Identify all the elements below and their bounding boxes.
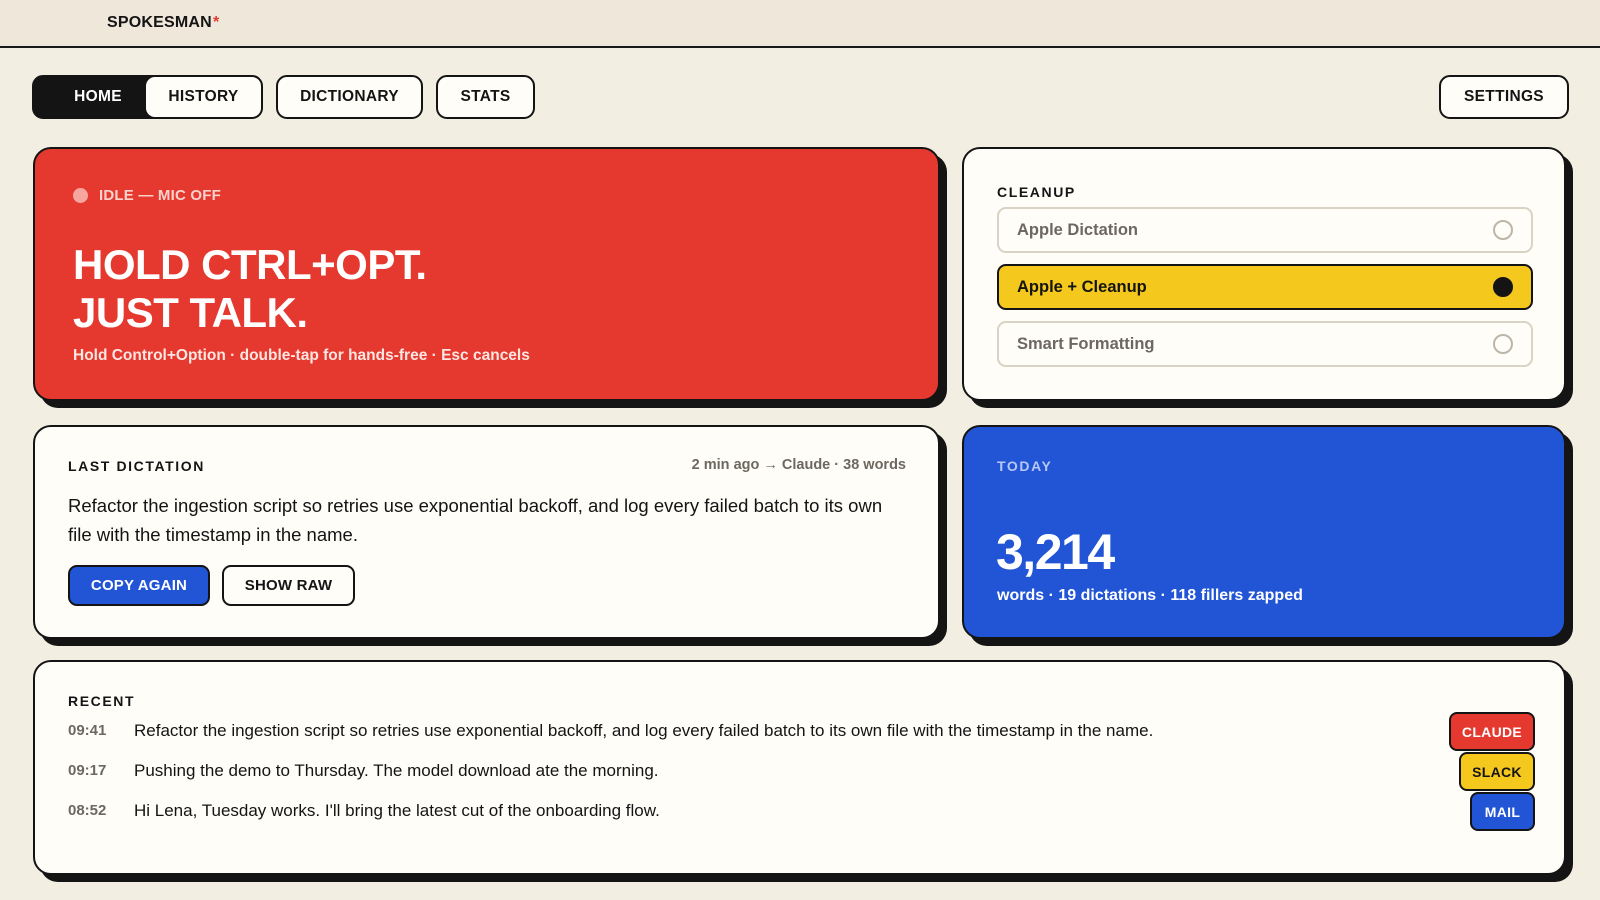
cleanup-option-label: Apple + Cleanup: [1017, 277, 1147, 296]
dictation-hero-card: IDLE — MIC OFF HOLD CTRL+OPT. JUST TALK.…: [33, 147, 940, 401]
last-dictation-card: LAST DICTATION 2 min ago → Claude · 38 w…: [33, 425, 940, 639]
cleanup-card: CLEANUP Apple Dictation Apple + Cleanup …: [962, 147, 1566, 401]
recent-row[interactable]: 09:41 Refactor the ingestion script so r…: [68, 712, 1535, 752]
app-tag-mail: MAIL: [1470, 792, 1535, 831]
app-name: SPOKESMAN: [107, 14, 212, 31]
radio-unchecked-icon[interactable]: [1493, 334, 1513, 354]
hero-headline-line-2: JUST TALK.: [73, 289, 308, 336]
last-dictation-text: Refactor the ingestion script so retries…: [68, 495, 883, 545]
cleanup-option-label: Apple Dictation: [1017, 220, 1139, 239]
tab-stats[interactable]: STATS: [436, 75, 535, 119]
hero-headline: HOLD CTRL+OPT. JUST TALK.: [73, 241, 427, 337]
app-logo: SPOKESMAN*: [107, 14, 219, 32]
app-tag-claude: CLAUDE: [1449, 712, 1535, 751]
recent-text: Pushing the demo to Thursday. The model …: [134, 761, 659, 780]
radio-unchecked-icon[interactable]: [1493, 220, 1513, 240]
recent-time: 09:41: [68, 722, 107, 739]
recent-time: 08:52: [68, 802, 107, 819]
tab-dictionary[interactable]: DICTIONARY: [276, 75, 423, 119]
today-title: TODAY: [997, 458, 1053, 474]
title-bar: SPOKESMAN*: [0, 0, 1600, 48]
cleanup-option-label: Smart Formatting: [1017, 334, 1155, 353]
last-dictation-meta: 2 min ago → Claude · 38 words: [691, 457, 906, 473]
recent-text: Hi Lena, Tuesday works. I'll bring the l…: [134, 801, 660, 820]
recent-text: Refactor the ingestion script so retries…: [134, 721, 1154, 740]
radio-checked-icon[interactable]: [1493, 277, 1513, 297]
hero-hint: Hold Control+Option · double-tap for han…: [73, 347, 530, 364]
copy-again-button[interactable]: COPY AGAIN: [68, 565, 210, 606]
last-dictation-title: LAST DICTATION: [68, 458, 205, 474]
mic-status: IDLE — MIC OFF: [73, 187, 221, 204]
show-raw-button[interactable]: SHOW RAW: [222, 565, 355, 606]
recent-time: 09:17: [68, 762, 107, 779]
cleanup-option-apple-cleanup[interactable]: Apple + Cleanup: [997, 264, 1533, 310]
cleanup-option-apple-dictation[interactable]: Apple Dictation: [997, 207, 1533, 253]
today-summary: words · 19 dictations · 118 fillers zapp…: [997, 587, 1303, 604]
recent-row[interactable]: 08:52 Hi Lena, Tuesday works. I'll bring…: [68, 792, 1535, 832]
recent-card: RECENT 09:41 Refactor the ingestion scri…: [33, 660, 1566, 875]
today-stats-card: TODAY 3,214 words · 19 dictations · 118 …: [962, 425, 1566, 639]
cleanup-title: CLEANUP: [997, 184, 1076, 200]
hero-headline-line-1: HOLD CTRL+OPT.: [73, 241, 427, 288]
today-word-count: 3,214: [996, 524, 1115, 580]
app-tag-slack: SLACK: [1459, 752, 1535, 791]
recent-title: RECENT: [68, 693, 136, 709]
settings-button[interactable]: SETTINGS: [1439, 75, 1569, 119]
recent-row[interactable]: 09:17 Pushing the demo to Thursday. The …: [68, 752, 1535, 792]
mic-status-dot-icon: [73, 188, 88, 203]
tab-history[interactable]: HISTORY: [144, 75, 263, 119]
brand-star-mark: *: [212, 14, 220, 31]
cleanup-option-smart-formatting[interactable]: Smart Formatting: [997, 321, 1533, 367]
mic-status-label: IDLE — MIC OFF: [99, 187, 221, 204]
